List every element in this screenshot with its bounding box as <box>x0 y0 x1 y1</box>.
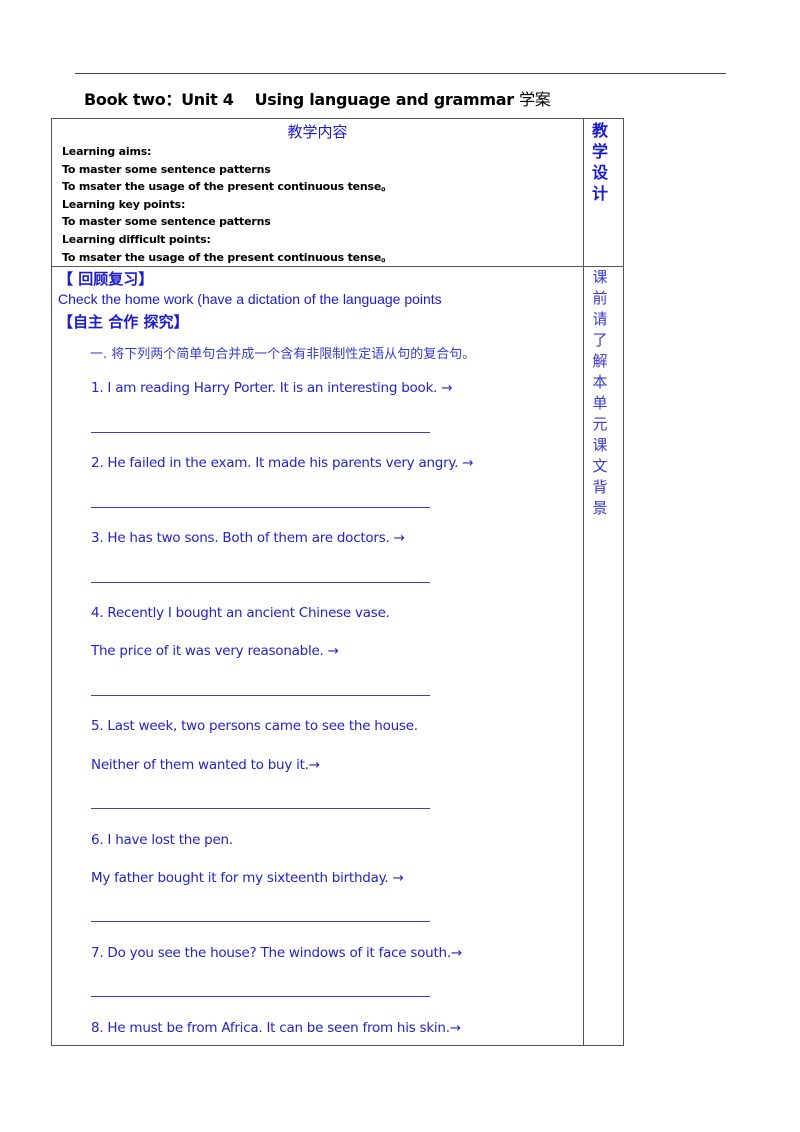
note-char: 元 <box>592 415 608 433</box>
exercise-6-line-1: 6. I have lost the pen. <box>91 832 233 848</box>
document-title-cn: 学案 <box>519 90 551 109</box>
answer-blank-2[interactable] <box>91 507 430 508</box>
exercise-5-line-1: 5. Last week, two persons came to see th… <box>91 718 418 734</box>
note-char: 课 <box>592 268 608 286</box>
design-header-char: 计 <box>591 184 608 203</box>
answer-blank-7[interactable] <box>91 996 430 997</box>
note-char: 本 <box>592 373 608 391</box>
exercise-5-line-2: Neither of them wanted to buy it.→ <box>91 757 320 773</box>
exercise-1: 1. I am reading Harry Porter. It is an i… <box>91 380 453 396</box>
note-char: 请 <box>592 310 608 328</box>
pre-class-note: 课 前 请 了 解 本 单 元 课 文 背 景 <box>590 267 610 519</box>
learning-objectives-row: 教学内容 Learning aims: To master some sente… <box>52 119 623 267</box>
answer-blank-1[interactable] <box>91 432 430 433</box>
note-char: 单 <box>592 394 608 412</box>
note-char: 解 <box>592 352 608 370</box>
teaching-design-header: 教 学 设 计 <box>590 120 610 204</box>
document-title-en: Book two：Unit 4 Using language and gramm… <box>84 90 520 109</box>
exercise-8: 8. He must be from Africa. It can be see… <box>91 1020 461 1036</box>
design-header-char: 设 <box>591 163 608 182</box>
key-point-item: To master some sentence patterns <box>62 215 271 229</box>
design-header-char: 教 <box>591 121 608 140</box>
difficult-points-label: Learning difficult points: <box>62 232 211 246</box>
note-char: 课 <box>592 436 608 454</box>
learning-aim-item: To master some sentence patterns <box>62 162 271 176</box>
lesson-table: 教学内容 Learning aims: To master some sente… <box>51 118 624 1046</box>
note-char: 前 <box>592 289 608 307</box>
exercise-2: 2. He failed in the exam. It made his pa… <box>91 455 474 471</box>
explore-heading: 【自主 合作 探究】 <box>58 313 189 331</box>
learning-objectives: Learning aims: To master some sentence p… <box>62 143 392 266</box>
exercise-3: 3. He has two sons. Both of them are doc… <box>91 530 405 546</box>
difficult-point-item: To msater the usage of the present conti… <box>62 250 392 264</box>
answer-blank-5[interactable] <box>91 808 430 809</box>
note-char: 景 <box>592 499 608 517</box>
header-rule <box>75 73 726 74</box>
exercise-6-line-2: My father bought it for my sixteenth bir… <box>91 870 404 886</box>
answer-blank-3[interactable] <box>91 582 430 583</box>
note-char: 了 <box>592 331 608 349</box>
learning-aims-label: Learning aims: <box>62 145 152 158</box>
teaching-content-header: 教学内容 <box>287 123 348 141</box>
answer-blank-4[interactable] <box>91 695 430 696</box>
document-title: Book two：Unit 4 Using language and gramm… <box>84 86 551 110</box>
note-char: 背 <box>592 478 608 496</box>
review-heading: 【 回顾复习】 <box>58 270 154 288</box>
design-header-char: 学 <box>591 142 608 161</box>
key-points-label: Learning key points: <box>62 197 186 211</box>
exercise-7: 7. Do you see the house? The windows of … <box>91 945 462 961</box>
exercise-4-line-1: 4. Recently I bought an ancient Chinese … <box>91 605 390 621</box>
homework-text: Check the home work (have a dictation of… <box>58 291 442 307</box>
note-char: 文 <box>592 457 608 475</box>
exercise-instruction: 一. 将下列两个简单句合并成一个含有非限制性定语从句的复合句。 <box>90 347 476 362</box>
answer-blank-6[interactable] <box>91 921 430 922</box>
learning-aim-item: To msater the usage of the present conti… <box>62 180 392 194</box>
exercise-4-line-2: The price of it was very reasonable. → <box>91 643 339 659</box>
